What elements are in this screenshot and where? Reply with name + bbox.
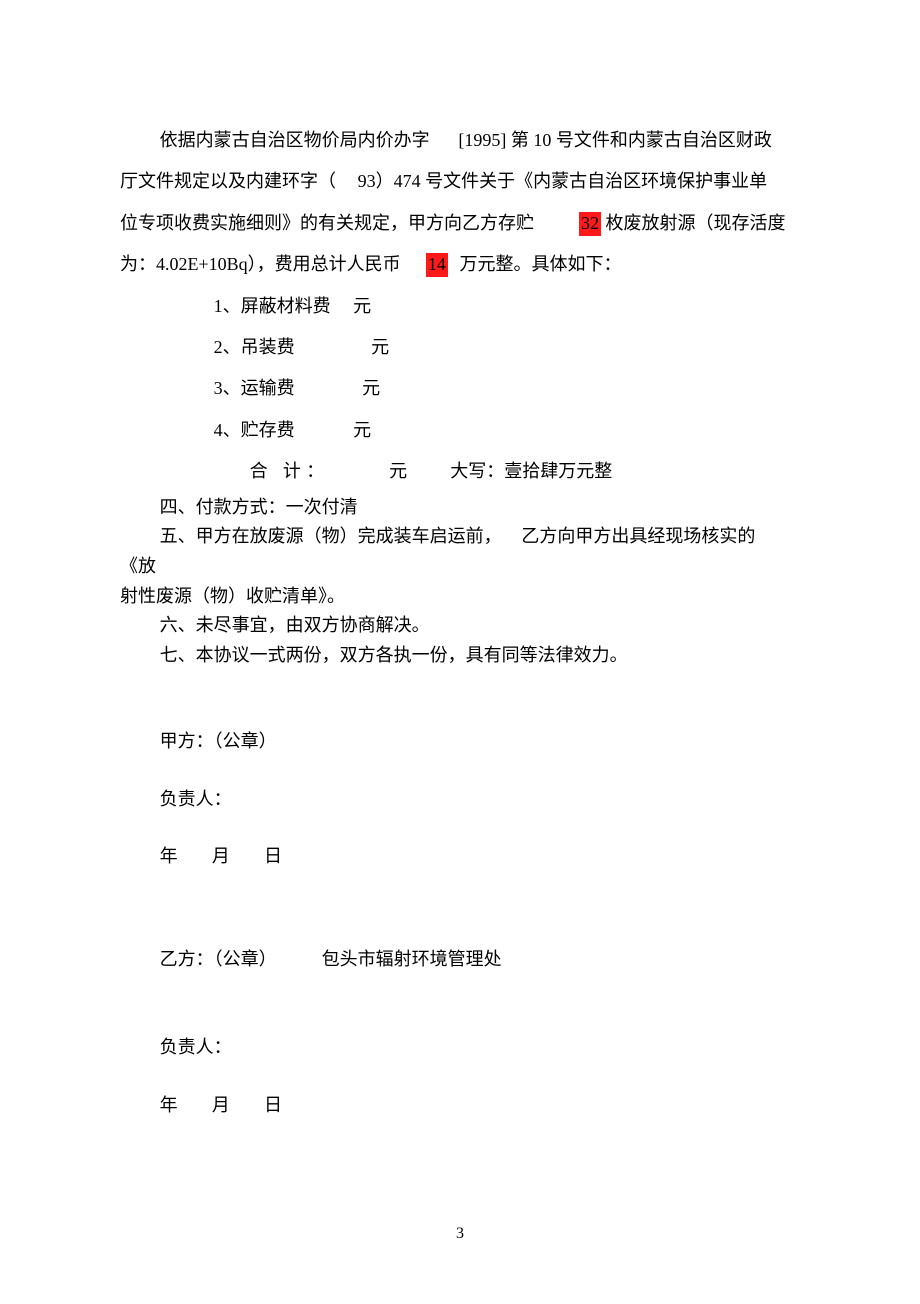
fee-row-2: 2、吊装费 元 [214, 327, 800, 368]
intro-text-3b: 枚废放射源（现存活度 [606, 213, 786, 233]
total-label: 合 计： [250, 451, 385, 492]
party-a-responsible: 负责人： [120, 779, 800, 820]
fee-label-2: 2、吊装费 [214, 327, 367, 368]
fee-label-3: 3、运输费 [214, 368, 358, 409]
date-day-b: 日 [264, 1085, 282, 1126]
clause-5b: 乙方向甲方出具经现场核实的 [521, 526, 755, 546]
clause-6: 六、未尽事宜，由双方协商解决。 [120, 611, 800, 641]
date-month-b: 月 [212, 1085, 230, 1126]
daxie-value: 壹拾肆万元整 [504, 461, 612, 481]
signature-block-a: 甲方：（公章） 负责人： 年 月 日 [120, 721, 800, 878]
clause-5: 五、甲方在放废源（物）完成装车启运前， 乙方向甲方出具经现场核实的 《放 射性废… [120, 522, 800, 611]
daxie-label: 大写： [450, 461, 504, 481]
fee-list: 1、屏蔽材料费 元 2、吊装费 元 3、运输费 元 4、贮存费 元 合 计： 元… [120, 286, 800, 493]
highlight-source-count: 32 [579, 212, 601, 236]
intro-paragraph: 依据内蒙古自治区物价局内价办字 [1995] 第 10 号文件和内蒙古自治区财政… [120, 120, 800, 286]
party-b-responsible: 负责人： [120, 1027, 800, 1068]
intro-text-4a: 为：4.02E+10Bq），费用总计人民币 [120, 254, 401, 274]
date-year-a: 年 [160, 836, 178, 877]
highlight-amount: 14 [426, 253, 448, 277]
clauses-block: 四、付款方式：一次付清 五、甲方在放废源（物）完成装车启运前， 乙方向甲方出具经… [120, 493, 800, 671]
intro-text-2a: 厅文件规定以及内建环字（ [120, 171, 336, 191]
clause-5a: 五、甲方在放废源（物）完成装车启运前， [160, 526, 502, 546]
intro-docnum-1: [1995] 第 10 号文件和内蒙古自治区财政 [458, 130, 772, 150]
clause-5c: 《放 [120, 556, 156, 576]
intro-text-2b: 93）474 号文件关于《内蒙古自治区环境保护事业单 [358, 171, 768, 191]
date-day-a: 日 [264, 836, 282, 877]
page-number: 3 [0, 1225, 920, 1243]
fee-unit-2: 元 [371, 327, 389, 368]
fee-label-1: 1、屏蔽材料费 [214, 286, 349, 327]
intro-text-4b: 万元整。具体如下： [460, 254, 622, 274]
clause-5d: 射性废源（物）收贮清单》。 [120, 582, 800, 612]
party-b-label: 乙方：（公章） [160, 949, 277, 969]
date-year-b: 年 [160, 1085, 178, 1126]
fee-row-total: 合 计： 元 大写：壹拾肆万元整 [214, 451, 800, 492]
fee-row-3: 3、运输费 元 [214, 368, 800, 409]
intro-text-3a: 位专项收费实施细则》的有关规定，甲方向乙方存贮 [120, 213, 534, 233]
total-unit: 元 [389, 461, 407, 481]
date-month-a: 月 [212, 836, 230, 877]
fee-row-4: 4、贮存费 元 [214, 410, 800, 451]
party-b: 乙方：（公章） 包头市辐射环境管理处 [120, 939, 800, 980]
party-a: 甲方：（公章） [120, 721, 800, 762]
fee-row-1: 1、屏蔽材料费 元 [214, 286, 800, 327]
signature-block-b: 乙方：（公章） 包头市辐射环境管理处 负责人： 年 月 日 [120, 939, 800, 1126]
document-page: 依据内蒙古自治区物价局内价办字 [1995] 第 10 号文件和内蒙古自治区财政… [0, 0, 920, 1126]
party-a-date: 年 月 日 [120, 836, 800, 877]
intro-text-1: 依据内蒙古自治区物价局内价办字 [160, 130, 430, 150]
clause-4: 四、付款方式：一次付清 [120, 493, 800, 523]
fee-unit-3: 元 [362, 368, 380, 409]
fee-unit-1: 元 [353, 286, 371, 327]
party-b-name: 包头市辐射环境管理处 [322, 949, 502, 969]
party-b-date: 年 月 日 [120, 1085, 800, 1126]
fee-unit-4: 元 [353, 410, 371, 451]
fee-label-4: 4、贮存费 [214, 410, 349, 451]
clause-7: 七、本协议一式两份，双方各执一份，具有同等法律效力。 [120, 641, 800, 671]
